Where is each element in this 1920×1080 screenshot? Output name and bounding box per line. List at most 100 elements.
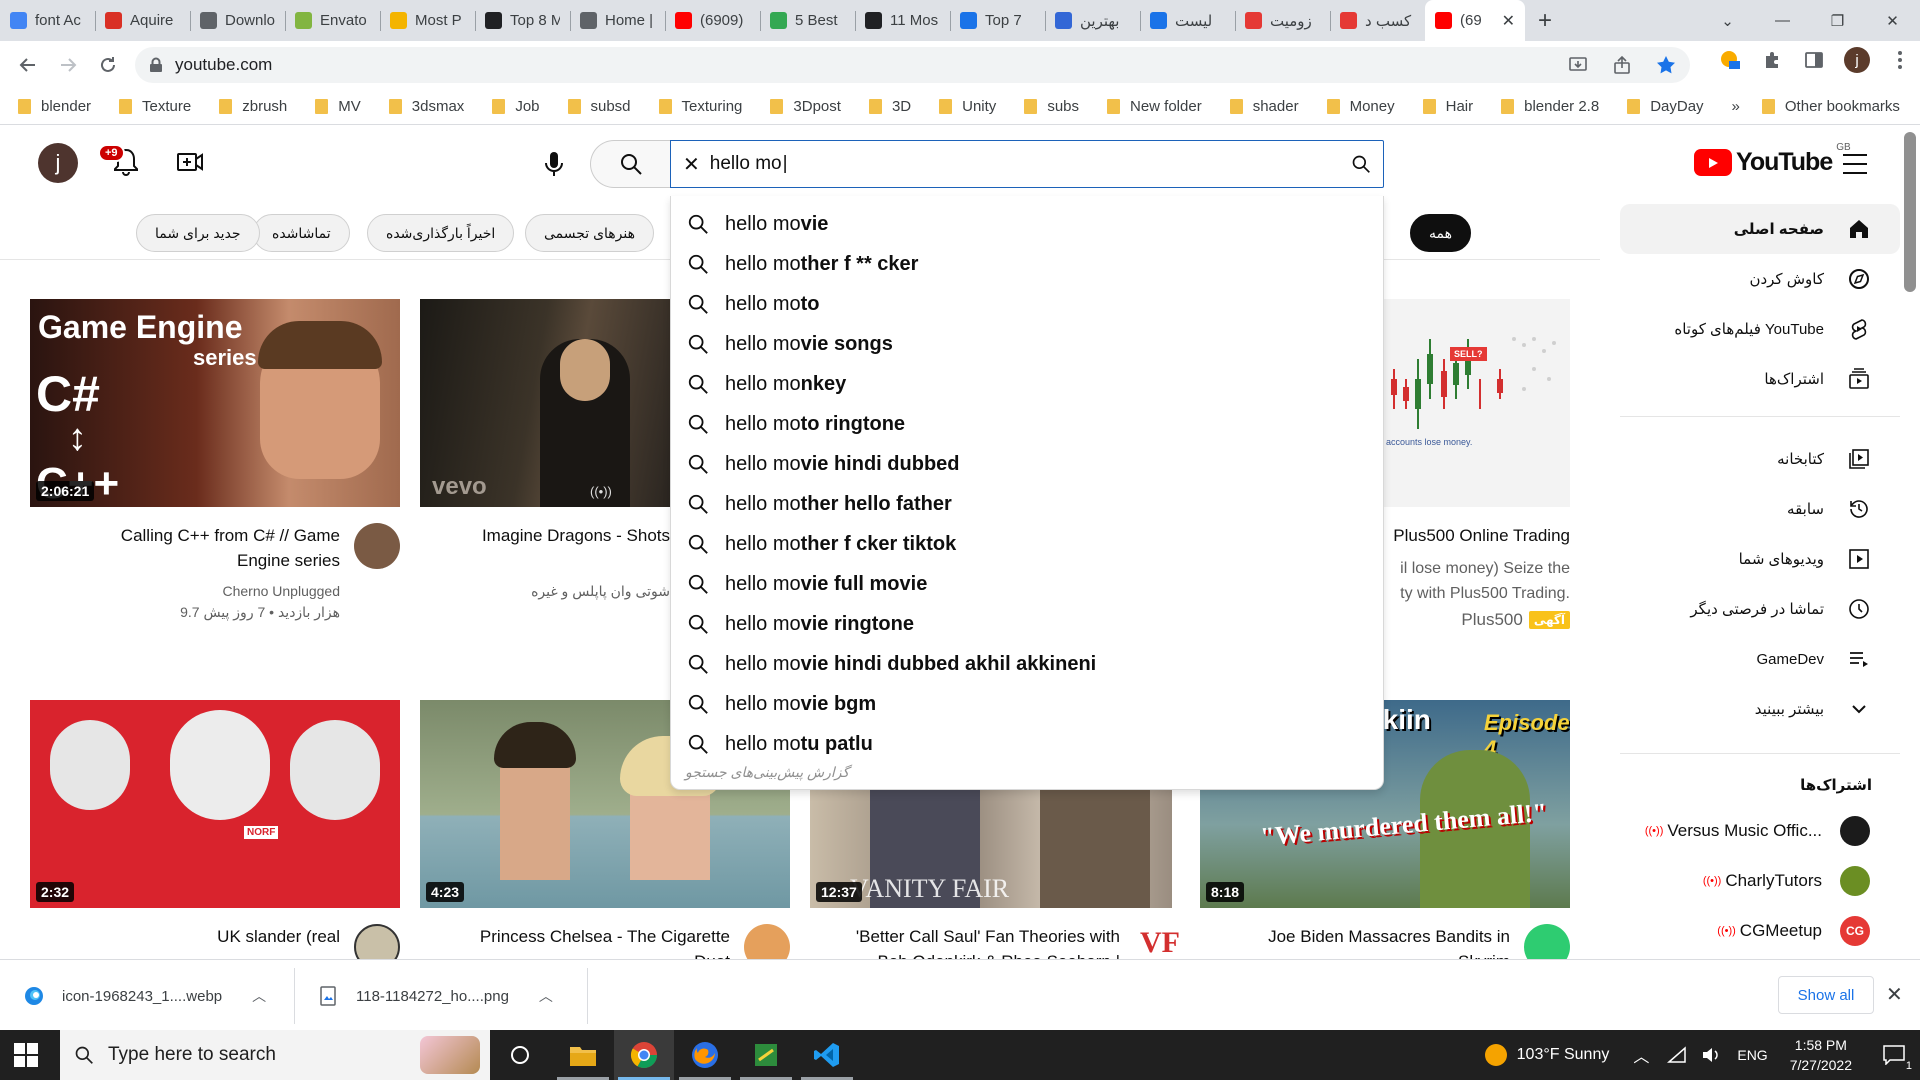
clock[interactable]: 1:58 PM 7/27/2022 — [1790, 1035, 1852, 1075]
bookmark-folder[interactable]: shader — [1229, 98, 1299, 115]
search-suggestion[interactable]: hello mo ther f ** cker — [671, 244, 1383, 284]
ad-channel-name[interactable]: Plus500 — [1461, 610, 1522, 630]
profile-avatar[interactable]: j — [1844, 47, 1870, 73]
firefox-icon[interactable] — [675, 1030, 735, 1080]
tab[interactable]: لیست — [1140, 0, 1235, 41]
bookmark-folder[interactable]: 3dsmax — [388, 98, 464, 115]
bookmark-folder[interactable]: 3D — [868, 98, 911, 115]
restore-button[interactable]: ❐ — [1810, 0, 1865, 41]
video-title[interactable]: 'Better Call Saul' Fan Theories with Bob… — [810, 924, 1120, 959]
side-panel-icon[interactable] — [1802, 48, 1826, 72]
bookmark-star-icon[interactable] — [1654, 53, 1678, 77]
bookmark-folder[interactable]: 3Dpost — [770, 98, 841, 115]
bookmark-folder[interactable]: subsd — [567, 98, 631, 115]
chip-all[interactable]: همه — [1410, 214, 1471, 252]
search-suggestion[interactable]: hello mo vie hindi dubbed akhil akkineni — [671, 644, 1383, 684]
tab[interactable]: Top 7 — [950, 0, 1045, 41]
vscode-icon[interactable] — [797, 1030, 857, 1080]
bookmark-folder[interactable]: DayDay — [1627, 98, 1704, 115]
task-view-icon[interactable] — [490, 1030, 550, 1080]
close-shelf-button[interactable]: ✕ — [1886, 982, 1903, 1007]
bookmark-folder[interactable]: New folder — [1107, 98, 1202, 115]
search-suggestion[interactable]: hello mo vie bgm — [671, 684, 1383, 724]
weather-widget[interactable]: 103°F Sunny — [1484, 1044, 1609, 1066]
notifications-button[interactable]: 1 — [1874, 1030, 1914, 1080]
search-suggestion[interactable]: hello mo ther hello father — [671, 484, 1383, 524]
search-icon[interactable] — [1351, 154, 1371, 174]
menu-dots-icon[interactable] — [1888, 48, 1912, 72]
account-avatar[interactable]: j — [38, 143, 78, 183]
bookmark-folder[interactable]: Money — [1326, 98, 1395, 115]
bookmark-folder[interactable]: blender — [18, 98, 91, 115]
volume-icon[interactable] — [1701, 1046, 1721, 1064]
channel-avatar[interactable] — [354, 523, 400, 569]
channel-avatar[interactable] — [354, 924, 400, 959]
tab[interactable]: Downlo — [190, 0, 285, 41]
search-suggestion[interactable]: hello mo tu patlu — [671, 724, 1383, 764]
bookmark-folder[interactable]: Texture — [119, 98, 191, 115]
tab-active[interactable]: (69 ✕ — [1425, 0, 1525, 41]
search-suggestion[interactable]: hello mo vie — [671, 204, 1383, 244]
download-item[interactable]: icon-1968243_1....webp ︿ — [24, 974, 266, 1018]
tab-search-button[interactable]: ⌄ — [1700, 0, 1755, 41]
sidebar-item[interactable]: ویدیوهای شما — [1620, 534, 1900, 584]
chip-new-to-you[interactable]: جدید برای شما — [136, 214, 260, 252]
chevron-up-icon[interactable]: ︿ — [252, 986, 266, 1006]
channel-name[interactable]: Cherno Unplugged — [40, 581, 340, 601]
search-suggestion[interactable]: hello mo to — [671, 284, 1383, 324]
tab[interactable]: Home | — [570, 0, 665, 41]
tab[interactable]: Most P — [380, 0, 475, 41]
windows-start-icon[interactable] — [14, 1043, 38, 1067]
search-suggestion[interactable]: hello mo vie full movie — [671, 564, 1383, 604]
channel-avatar[interactable] — [744, 924, 790, 959]
sidebar-item[interactable]: فیلم‌های کوتاه YouTube — [1620, 304, 1900, 354]
channel-logo[interactable]: VF — [1140, 926, 1180, 959]
bookmark-folder[interactable]: Job — [492, 98, 540, 115]
chevron-up-icon[interactable]: ︿ — [1633, 1043, 1649, 1067]
bookmark-folder[interactable]: Texturing — [658, 98, 742, 115]
more-bookmarks-button[interactable]: » — [1732, 98, 1740, 115]
video-thumbnail[interactable]: NORF 2:32 — [30, 700, 400, 908]
bookmark-folder[interactable]: zbrush — [219, 98, 287, 115]
bookmark-folder[interactable]: subs — [1024, 98, 1079, 115]
subscription-item[interactable]: ((•)) CGMeetup CG — [1620, 908, 1900, 954]
tab[interactable]: (6909) — [665, 0, 760, 41]
youtube-logo[interactable]: YouTube GB — [1694, 142, 1851, 177]
close-window-button[interactable]: ✕ — [1865, 0, 1920, 41]
clear-search-icon[interactable]: ✕ — [683, 152, 700, 177]
search-button[interactable] — [590, 140, 670, 188]
chip-visual-arts[interactable]: هنرهای تجسمی — [525, 214, 655, 252]
sidebar-item[interactable]: کتابخانه — [1620, 434, 1900, 484]
tab[interactable]: Top 8 M — [475, 0, 570, 41]
reload-button[interactable] — [90, 47, 126, 83]
sidebar-item[interactable]: GameDev — [1620, 634, 1900, 684]
forward-button[interactable] — [50, 47, 86, 83]
microphone-icon[interactable] — [538, 148, 570, 180]
video-title[interactable]: Calling C++ from C# // Game Engine serie… — [40, 523, 340, 573]
tab[interactable]: Aquire — [95, 0, 190, 41]
puzzle-icon[interactable] — [1760, 48, 1784, 72]
close-tab-icon[interactable]: ✕ — [1502, 11, 1515, 31]
video-title[interactable]: Princess Chelsea - The Cigarette Duet — [420, 924, 730, 959]
install-app-icon[interactable] — [1566, 53, 1590, 77]
search-suggestion[interactable]: hello mo nkey — [671, 364, 1383, 404]
share-icon[interactable] — [1610, 53, 1634, 77]
new-tab-button[interactable]: + — [1525, 0, 1565, 41]
tab[interactable]: 5 Best — [760, 0, 855, 41]
video-title[interactable]: Joe Biden Massacres Bandits in Skyrim — [1200, 924, 1510, 959]
show-all-downloads-button[interactable]: Show all — [1778, 976, 1874, 1014]
ad-title[interactable]: Plus500 Online Trading — [1384, 523, 1570, 548]
video-thumbnail[interactable]: vevo ((•)) — [420, 299, 670, 507]
tab[interactable]: زومیت — [1235, 0, 1330, 41]
tab[interactable]: font Ac — [0, 0, 95, 41]
address-bar[interactable]: youtube.com — [135, 47, 1690, 83]
search-suggestion[interactable]: hello mo vie ringtone — [671, 604, 1383, 644]
create-video-icon[interactable] — [176, 148, 204, 176]
minimize-button[interactable]: — — [1755, 0, 1810, 41]
search-suggestion[interactable]: hello mo vie hindi dubbed — [671, 444, 1383, 484]
search-suggestion[interactable]: hello mo to ringtone — [671, 404, 1383, 444]
tab[interactable]: Envato — [285, 0, 380, 41]
bookmark-folder[interactable]: MV — [315, 98, 361, 115]
sidebar-item[interactable]: کاوش کردن — [1620, 254, 1900, 304]
chip-watched[interactable]: تماشاشده — [253, 214, 350, 252]
